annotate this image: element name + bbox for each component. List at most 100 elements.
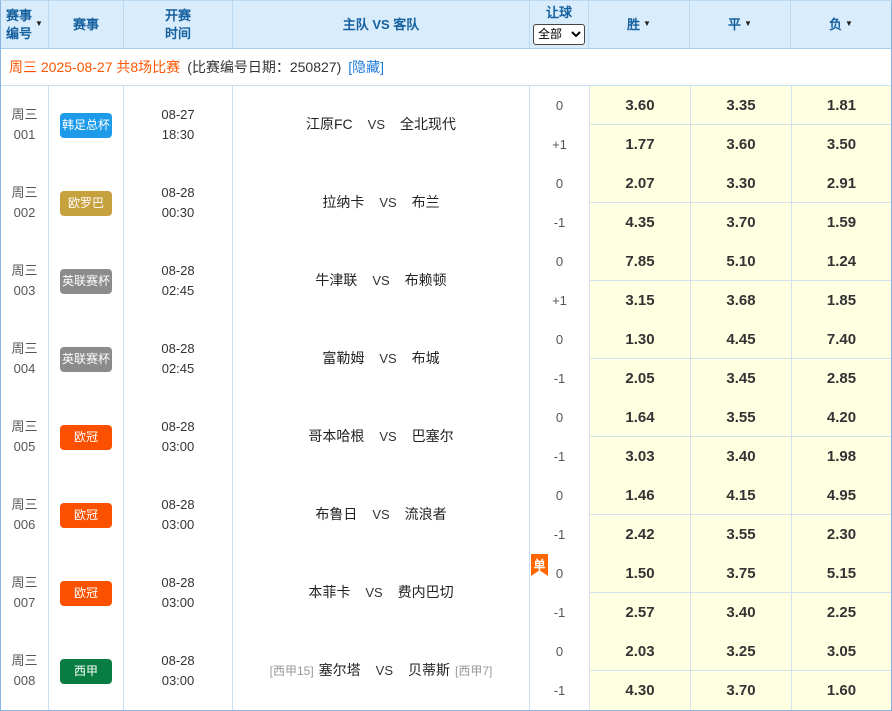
odds-lose[interactable]: 2.85 [791, 359, 891, 398]
match-number: 001 [14, 125, 36, 145]
match-number-cell: 周三 006 [1, 476, 49, 554]
odds-win[interactable]: 2.42 [589, 515, 690, 554]
league-badge: 韩足总杯 [60, 113, 112, 138]
header-handicap-label: 让球 [546, 4, 572, 22]
odds-win[interactable]: 4.30 [589, 671, 690, 710]
odds-draw[interactable]: 3.35 [690, 86, 791, 125]
odds-lose[interactable]: 2.25 [791, 593, 891, 632]
odds-draw[interactable]: 3.60 [690, 125, 791, 164]
header-draw[interactable]: 平 ▼ [690, 1, 791, 48]
match-date: 08-28 [161, 339, 194, 359]
vs-label: VS [372, 505, 389, 525]
odds-win[interactable]: 3.60 [589, 86, 690, 125]
odds-draw[interactable]: 5.10 [690, 242, 791, 281]
match-number: 004 [14, 359, 36, 379]
match-number: 007 [14, 593, 36, 613]
odds-draw[interactable]: 3.40 [690, 593, 791, 632]
handicap-cell: 0 [530, 86, 589, 125]
odds-win[interactable]: 2.05 [589, 359, 690, 398]
odds-lose[interactable]: 1.85 [791, 281, 891, 320]
handicap-cell: -1 [530, 671, 589, 710]
odds-lose[interactable]: 1.60 [791, 671, 891, 710]
match-date: 08-28 [161, 261, 194, 281]
odds-lose[interactable]: 2.30 [791, 515, 891, 554]
header-league: 赛事 [49, 1, 124, 48]
odds-draw[interactable]: 3.30 [690, 164, 791, 203]
odds-win[interactable]: 3.03 [589, 437, 690, 476]
odds-win[interactable]: 3.15 [589, 281, 690, 320]
handicap-cell: 单 0 [530, 554, 589, 593]
match-row: 周三 005 欧冠 08-28 03:00 哥本哈根 VS 巴塞尔 0 1.64… [1, 398, 891, 476]
odds-win[interactable]: 4.35 [589, 203, 690, 242]
handicap-value: -1 [554, 683, 566, 698]
league-badge: 西甲 [60, 659, 112, 684]
odds-win[interactable]: 2.57 [589, 593, 690, 632]
league-badge: 欧冠 [60, 503, 112, 528]
start-time-cell: 08-28 02:45 [124, 320, 233, 398]
odds-lose[interactable]: 1.59 [791, 203, 891, 242]
odds-draw[interactable]: 4.45 [690, 320, 791, 359]
odds-area: 0 2.07 3.30 2.91 -1 4.35 3.70 1.59 [530, 164, 891, 242]
header-draw-label: 平 [728, 16, 741, 34]
odds-win[interactable]: 2.07 [589, 164, 690, 203]
handicap-cell: -1 [530, 359, 589, 398]
league-cell: 欧冠 [49, 554, 124, 632]
odds-lose[interactable]: 1.24 [791, 242, 891, 281]
odds-lose[interactable]: 4.20 [791, 398, 891, 437]
odds-win[interactable]: 2.03 [589, 632, 690, 671]
start-time-cell: 08-27 18:30 [124, 86, 233, 164]
home-team: 哥本哈根 [308, 426, 364, 448]
header-lose-label: 负 [829, 16, 842, 34]
odds-draw[interactable]: 4.15 [690, 476, 791, 515]
handicap-value: 0 [556, 254, 563, 269]
start-time-cell: 08-28 03:00 [124, 398, 233, 476]
odds-win[interactable]: 1.50 [589, 554, 690, 593]
odds-draw[interactable]: 3.70 [690, 203, 791, 242]
odds-draw[interactable]: 3.55 [690, 515, 791, 554]
league-cell: 欧罗巴 [49, 164, 124, 242]
odds-lose[interactable]: 5.15 [791, 554, 891, 593]
odds-win[interactable]: 1.77 [589, 125, 690, 164]
odds-win[interactable]: 7.85 [589, 242, 690, 281]
odds-lose[interactable]: 3.50 [791, 125, 891, 164]
odds-lose[interactable]: 1.98 [791, 437, 891, 476]
vs-label: VS [379, 427, 396, 447]
away-team: 费内巴切 [398, 582, 454, 604]
handicap-cell: +1 [530, 281, 589, 320]
handicap-value: 0 [556, 332, 563, 347]
odds-draw[interactable]: 3.25 [690, 632, 791, 671]
match-date: 08-27 [161, 105, 194, 125]
odds-win[interactable]: 1.30 [589, 320, 690, 359]
odds-draw[interactable]: 3.68 [690, 281, 791, 320]
odds-lose[interactable]: 3.05 [791, 632, 891, 671]
league-cell: 欧冠 [49, 476, 124, 554]
odds-win[interactable]: 1.64 [589, 398, 690, 437]
match-day: 周三 [11, 183, 37, 203]
odds-draw[interactable]: 3.75 [690, 554, 791, 593]
handicap-filter-select[interactable]: 全部 [533, 24, 585, 45]
match-number: 002 [14, 203, 36, 223]
odds-win[interactable]: 1.46 [589, 476, 690, 515]
odds-lose[interactable]: 4.95 [791, 476, 891, 515]
header-win[interactable]: 胜 ▼ [589, 1, 690, 48]
odds-draw[interactable]: 3.55 [690, 398, 791, 437]
start-time-cell: 08-28 03:00 [124, 632, 233, 710]
hide-link[interactable]: [隐藏] [348, 57, 384, 77]
handicap-cell: 0 [530, 320, 589, 359]
match-time: 00:30 [162, 203, 195, 223]
odds-draw[interactable]: 3.70 [690, 671, 791, 710]
header-lose[interactable]: 负 ▼ [791, 1, 891, 48]
odds-lose[interactable]: 1.81 [791, 86, 891, 125]
odds-lose[interactable]: 7.40 [791, 320, 891, 359]
league-badge: 欧罗巴 [60, 191, 112, 216]
odds-lose[interactable]: 2.91 [791, 164, 891, 203]
odds-draw[interactable]: 3.45 [690, 359, 791, 398]
date-bar: 周三 2025-08-27 共8场比赛 (比赛编号日期：250827) [隐藏] [1, 49, 891, 86]
odds-draw[interactable]: 3.40 [690, 437, 791, 476]
odds-area: 0 1.64 3.55 4.20 -1 3.03 3.40 1.98 [530, 398, 891, 476]
teams-cell: 拉纳卡 VS 布兰 [233, 164, 530, 242]
match-row: 周三 006 欧冠 08-28 03:00 布鲁日 VS 流浪者 0 1.46 … [1, 476, 891, 554]
handicap-cell: -1 [530, 515, 589, 554]
header-match-no[interactable]: 赛事 编号 ▼ [1, 1, 49, 48]
match-time: 03:00 [162, 593, 195, 613]
